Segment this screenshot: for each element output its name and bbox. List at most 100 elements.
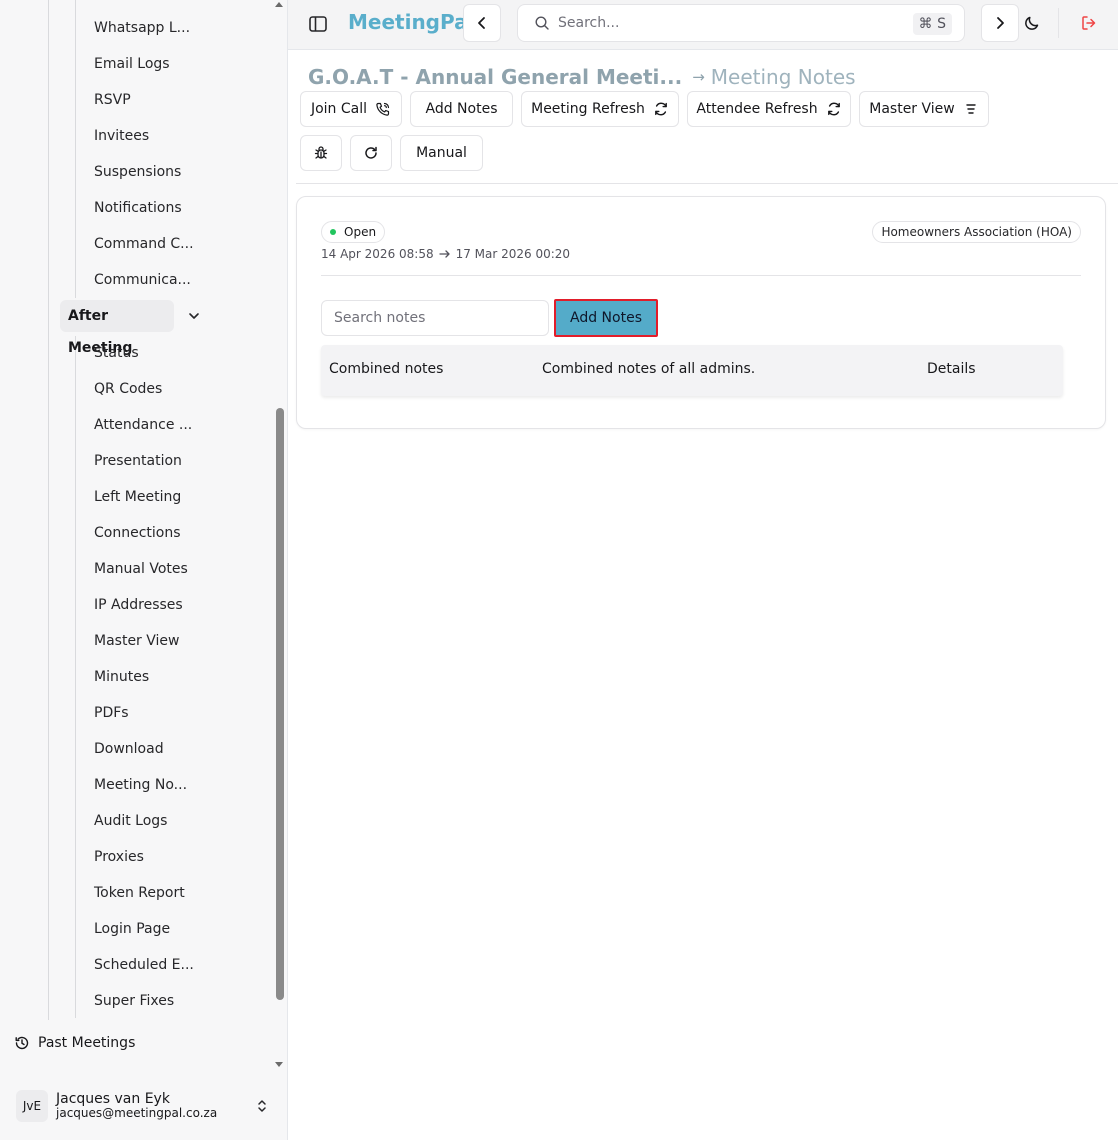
scroll-down-arrow-icon[interactable] — [275, 1062, 283, 1067]
bug-icon — [314, 146, 328, 159]
status-dot-icon — [330, 229, 336, 235]
sidebar-item-ip-addresses[interactable]: IP Addresses — [94, 587, 183, 623]
sidebar-item-rsvp[interactable]: RSVP — [94, 82, 131, 118]
attendee-refresh-label: Attendee Refresh — [696, 101, 818, 117]
arrow-right-icon: → — [692, 68, 705, 86]
scroll-up-arrow-icon[interactable] — [275, 2, 283, 7]
organization-badge: Homeowners Association (HOA) — [872, 221, 1081, 243]
status-label: Open — [344, 225, 377, 239]
chevrons-up-down-icon[interactable] — [254, 1098, 270, 1114]
sidebar-item-past-meetings[interactable]: Past Meetings — [14, 1028, 135, 1058]
divider — [296, 183, 1118, 184]
sidebar-group-after-meeting[interactable]: After Meeting — [60, 300, 174, 356]
sidebar-item-command-centre[interactable]: Command C... — [94, 226, 194, 262]
meeting-refresh-button[interactable]: Meeting Refresh — [521, 91, 679, 127]
sidebar-item-attendance[interactable]: Attendance ... — [94, 407, 192, 443]
join-call-label: Join Call — [310, 101, 368, 117]
breadcrumb: G.O.A.T - Annual General Meeti... → Meet… — [308, 64, 856, 90]
sidebar-item-download[interactable]: Download — [94, 731, 164, 767]
sidebar-item-meeting-notes[interactable]: Meeting No... — [94, 767, 187, 803]
search-icon — [535, 16, 549, 30]
join-call-button[interactable]: Join Call — [300, 91, 402, 127]
sidebar-item-pdfs[interactable]: PDFs — [94, 695, 129, 731]
sidebar-scrollbar-thumb[interactable] — [276, 408, 284, 1000]
breadcrumb-current-page: Meeting Notes — [710, 65, 856, 89]
tree-line — [48, 0, 49, 1020]
past-meetings-label: Past Meetings — [38, 1035, 136, 1051]
sidebar-item-master-view[interactable]: Master View — [94, 623, 179, 659]
sidebar-item-manual-votes[interactable]: Manual Votes — [94, 551, 188, 587]
sidebar-item-email-logs[interactable]: Email Logs — [94, 46, 170, 82]
table-row[interactable]: Combined notes Combined notes of all adm… — [321, 345, 1063, 396]
add-notes-toolbar-label: Add Notes — [425, 101, 498, 117]
sidebar-item-qr-codes[interactable]: QR Codes — [94, 371, 162, 407]
meeting-dates: 14 Apr 2026 08:58 17 Mar 2026 00:20 — [321, 247, 570, 261]
sidebar-item-connections[interactable]: Connections — [94, 515, 181, 551]
sidebar-item-proxies[interactable]: Proxies — [94, 839, 144, 875]
meeting-start-date: 14 Apr 2026 08:58 — [321, 247, 434, 261]
sidebar-toggle-icon[interactable] — [308, 14, 328, 34]
refresh-cw-icon — [827, 102, 840, 116]
tree-line — [75, 0, 76, 298]
header-divider — [1058, 8, 1059, 38]
global-search-input[interactable]: Search... ⌘ S — [517, 4, 965, 42]
sidebar-item-invitees[interactable]: Invitees — [94, 118, 149, 154]
status-badge: Open — [321, 221, 386, 243]
search-placeholder: Search... — [558, 15, 620, 31]
forward-button[interactable] — [981, 4, 1019, 42]
debug-button[interactable] — [300, 135, 342, 171]
align-lines-icon — [966, 104, 976, 114]
attendee-refresh-button[interactable]: Attendee Refresh — [687, 91, 851, 127]
sidebar-item-login-page[interactable]: Login Page — [94, 911, 170, 947]
sidebar-scroll-area[interactable]: Whatsapp L... Email Logs RSVP Invitees S… — [0, 0, 272, 1070]
sidebar-item-token-report[interactable]: Token Report — [94, 875, 185, 911]
chevron-right-icon — [997, 17, 1004, 29]
chevron-left-icon — [478, 17, 485, 29]
breadcrumb-meeting[interactable]: G.O.A.T - Annual General Meeti... — [308, 65, 682, 89]
master-view-label: Master View — [869, 101, 955, 117]
sidebar-item-communications[interactable]: Communica... — [94, 262, 191, 298]
meeting-end-date: 17 Mar 2026 00:20 — [455, 247, 571, 261]
sidebar-item-scheduled[interactable]: Scheduled E... — [94, 947, 194, 983]
reload-button[interactable] — [350, 135, 392, 171]
avatar: JvE — [16, 1090, 48, 1122]
details-link[interactable]: Details — [927, 361, 976, 377]
sidebar-item-super-fixes[interactable]: Super Fixes — [94, 983, 174, 1019]
phone-call-icon — [376, 102, 390, 116]
sidebar-item-minutes[interactable]: Minutes — [94, 659, 149, 695]
sidebar-item-suspensions[interactable]: Suspensions — [94, 154, 181, 190]
rotate-cw-icon — [365, 146, 377, 159]
meeting-refresh-label: Meeting Refresh — [531, 101, 645, 117]
add-notes-toolbar-button[interactable]: Add Notes — [410, 91, 513, 127]
chevron-down-icon[interactable] — [186, 308, 202, 324]
top-header: MeetingPal Search... ⌘ S — [288, 0, 1118, 50]
manual-button[interactable]: Manual — [400, 135, 483, 171]
sidebar-item-left-meeting[interactable]: Left Meeting — [94, 479, 181, 515]
sidebar-item-status[interactable]: Status — [94, 335, 139, 371]
card-divider — [321, 275, 1081, 276]
search-notes-input[interactable] — [321, 300, 549, 336]
search-shortcut-badge: ⌘ S — [912, 13, 952, 35]
logout-icon[interactable] — [1080, 14, 1098, 32]
arrow-right-icon — [438, 250, 450, 258]
app-logo: MeetingPal — [348, 10, 475, 34]
sidebar-item-whatsapp-logs[interactable]: Whatsapp L... — [94, 10, 190, 46]
tree-line — [75, 336, 76, 1018]
note-title: Combined notes — [329, 361, 444, 377]
sidebar-item-presentation[interactable]: Presentation — [94, 443, 182, 479]
user-menu[interactable]: JvE Jacques van Eyk jacques@meetingpal.c… — [10, 1082, 278, 1130]
sidebar-item-audit-logs[interactable]: Audit Logs — [94, 803, 167, 839]
sidebar: Whatsapp L... Email Logs RSVP Invitees S… — [0, 0, 288, 1140]
manual-label: Manual — [416, 145, 467, 161]
refresh-cw-icon — [654, 102, 667, 116]
user-name: Jacques van Eyk — [56, 1091, 170, 1107]
history-icon — [15, 1036, 29, 1050]
user-email: jacques@meetingpal.co.za — [56, 1106, 218, 1120]
moon-icon[interactable] — [1023, 14, 1041, 32]
back-button[interactable] — [463, 4, 501, 42]
add-notes-button[interactable]: Add Notes — [554, 299, 658, 337]
meeting-notes-card: Open 14 Apr 2026 08:58 17 Mar 2026 00:20… — [296, 196, 1106, 429]
note-description: Combined notes of all admins. — [542, 361, 756, 377]
master-view-button[interactable]: Master View — [859, 91, 989, 127]
sidebar-item-notifications[interactable]: Notifications — [94, 190, 182, 226]
